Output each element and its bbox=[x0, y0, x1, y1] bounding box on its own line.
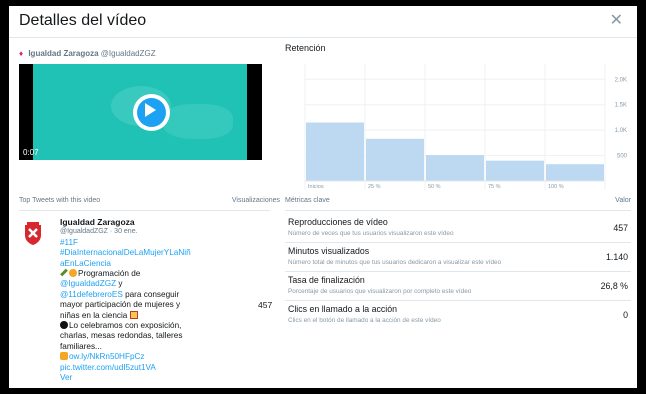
top-tweets-title: Top Tweets with this video bbox=[19, 197, 101, 204]
modal-title: Detalles del vídeo bbox=[19, 12, 147, 29]
tweet-see-more[interactable]: Ver bbox=[60, 373, 192, 383]
hashtag-dia-internacional[interactable]: #DiaInternacionalDeLaMujerYLaNiñaEnLaCie… bbox=[60, 248, 192, 269]
metric-row-tasa: Tasa de finalización Porcentaje de usuar… bbox=[285, 272, 631, 301]
top-tweets-header: Top Tweets with this video Visualizacion… bbox=[19, 197, 280, 204]
metric-label: Clics en llamado a la acción bbox=[288, 304, 398, 314]
tweet-meta: @IgualdadZGZ · 30 ene. bbox=[60, 228, 138, 236]
play-button[interactable] bbox=[133, 94, 170, 131]
metric-row-reproducciones: Reproducciones de vídeo Número de veces … bbox=[285, 214, 631, 243]
chart-y-label-0: 2.0K bbox=[615, 77, 627, 83]
views-column-header: Visualizaciones bbox=[231, 197, 280, 204]
metrics-title: Métricas clave bbox=[285, 197, 330, 204]
metric-row-clics: Clics en llamado a la acción Clics en el… bbox=[285, 301, 631, 330]
location-pin-icon: ♦ bbox=[19, 49, 24, 58]
ladybug-icon bbox=[60, 321, 68, 330]
metrics-header: Métricas clave Valor bbox=[285, 197, 631, 204]
chart-y-label-2: 1.0K bbox=[615, 128, 627, 134]
hashtag-11f[interactable]: #11F bbox=[60, 238, 192, 248]
video-source: ♦ Igualdad Zaragoza @IgualdadZGZ bbox=[19, 49, 156, 58]
tweet-views-count: 457 bbox=[258, 300, 273, 310]
metric-row-minutos: Minutos visualizados Número total de min… bbox=[285, 243, 631, 272]
metric-value: 26,8 % bbox=[600, 281, 628, 291]
metric-description: Clics en el botón de llamado a la acción… bbox=[288, 317, 441, 324]
retention-chart: Inicios 25 % 50 % 75 % 100 % 2.0K 1.5K 1.0K 500 bbox=[304, 64, 628, 190]
chart-x-label-1: 25 % bbox=[368, 184, 381, 190]
metric-label: Reproducciones de vídeo bbox=[288, 217, 388, 227]
retention-bar-3 bbox=[486, 160, 544, 181]
metric-label: Minutos visualizados bbox=[288, 246, 370, 256]
tweet-author-name[interactable]: Igualdad Zaragoza bbox=[60, 217, 192, 227]
retention-title: Retención bbox=[285, 43, 326, 53]
chart-x-label-4: 100 % bbox=[548, 184, 564, 190]
chart-x-label-2: 50 % bbox=[428, 184, 441, 190]
metric-description: Número de veces que tus usuarios visuali… bbox=[288, 230, 454, 237]
metric-label: Tasa de finalización bbox=[288, 275, 365, 285]
chart-emoji-icon bbox=[129, 310, 138, 319]
chart-y-label-1: 1.5K bbox=[615, 103, 627, 109]
zaragoza-shield-icon bbox=[25, 222, 41, 245]
video-frame bbox=[33, 64, 247, 160]
metric-value: 1.140 bbox=[605, 252, 628, 262]
metric-description: Porcentaje de usuarios que visualizaron … bbox=[288, 288, 472, 295]
tweet-link-owly[interactable]: ow.ly/NkRn50HFpCz bbox=[69, 352, 145, 361]
tweet-line-celebramos: Lo celebramos con exposición, charlas, m… bbox=[60, 321, 183, 351]
source-name[interactable]: Igualdad Zaragoza bbox=[28, 49, 98, 58]
video-player[interactable]: 0:07 bbox=[19, 64, 262, 160]
top-tweets-divider bbox=[19, 210, 270, 211]
value-column-header: Valor bbox=[615, 197, 631, 204]
retention-bar-0 bbox=[306, 122, 364, 181]
tweet-content: Igualdad Zaragoza @IgualdadZGZ · 30 ene.… bbox=[60, 217, 192, 384]
close-icon[interactable]: ✕ bbox=[610, 10, 623, 30]
chart-y-label-3: 500 bbox=[617, 154, 628, 160]
video-pattern bbox=[163, 104, 233, 139]
mention-11defebrero[interactable]: @11defebreroES bbox=[60, 290, 123, 299]
header-divider bbox=[9, 37, 637, 38]
smiley-icon bbox=[69, 269, 77, 278]
tweet-line-programacion: Programación de bbox=[60, 268, 192, 279]
video-details-modal: Detalles del vídeo ✕ ♦ Igualdad Zaragoza… bbox=[9, 6, 637, 388]
play-icon bbox=[145, 103, 156, 117]
mention-igualdadzgz[interactable]: @IgualdadZGZ bbox=[60, 279, 116, 288]
chart-x-label-3: 75 % bbox=[488, 184, 501, 190]
metric-description: Número total de minutos que tus usuarios… bbox=[288, 259, 502, 266]
video-timestamp: 0:07 bbox=[23, 148, 39, 157]
retention-bar-4 bbox=[546, 164, 604, 181]
metrics-divider bbox=[285, 210, 631, 211]
tweet-link-pic[interactable]: pic.twitter.com/udI5zut1VA bbox=[60, 363, 192, 373]
pencil-icon bbox=[60, 268, 68, 277]
source-handle[interactable]: @IgualdadZGZ bbox=[101, 49, 156, 58]
chart-x-label-0: Inicios bbox=[308, 184, 324, 190]
pointing-hand-icon bbox=[60, 352, 68, 361]
metric-value: 457 bbox=[613, 223, 628, 233]
retention-bar-2 bbox=[426, 155, 484, 181]
retention-bar-1 bbox=[366, 138, 424, 181]
tweet-mentions: @IgualdadZGZ y @11defebreroES para conse… bbox=[60, 279, 181, 320]
tweet-line-link: ow.ly/NkRn50HFpCz bbox=[60, 352, 192, 362]
metric-value: 0 bbox=[623, 310, 628, 320]
